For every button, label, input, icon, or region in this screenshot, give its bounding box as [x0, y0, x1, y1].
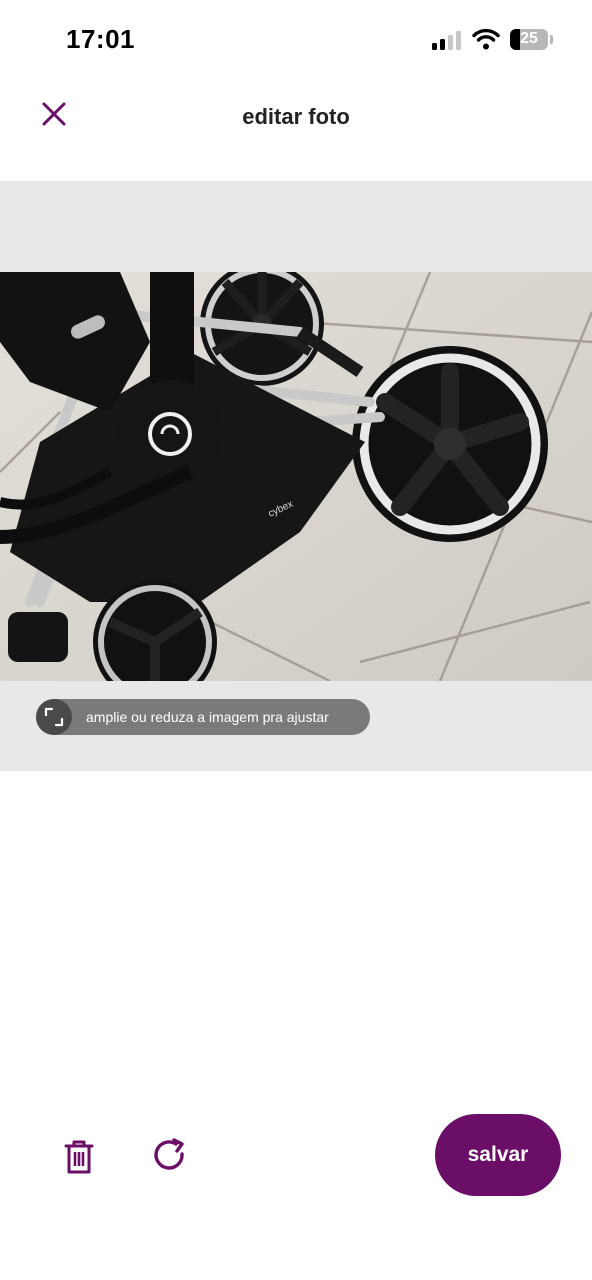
- photo-crop-area[interactable]: cybex: [0, 272, 592, 681]
- status-bar: 17:01 25: [0, 0, 592, 80]
- bottom-toolbar: salvar: [0, 1110, 592, 1210]
- stroller-photo: cybex: [0, 272, 592, 681]
- battery-level: 25: [520, 30, 538, 47]
- resize-hint-text: amplie ou reduza a imagem pra ajustar: [86, 709, 329, 725]
- battery-icon: 25: [510, 29, 548, 50]
- trash-icon: [64, 1140, 94, 1174]
- wifi-icon: [472, 28, 500, 50]
- save-button[interactable]: salvar: [435, 1114, 561, 1196]
- resize-hint: amplie ou reduza a imagem pra ajustar: [36, 699, 370, 735]
- header: editar foto: [0, 80, 592, 152]
- rotate-icon: [154, 1138, 184, 1170]
- page-title: editar foto: [242, 104, 350, 129]
- rotate-button[interactable]: [148, 1134, 192, 1178]
- cellular-signal-icon: [432, 30, 464, 50]
- delete-button[interactable]: [58, 1136, 100, 1178]
- resize-icon-wrap: [36, 699, 72, 735]
- battery-cap: [550, 35, 553, 44]
- resize-icon: [44, 707, 64, 727]
- photo-editor: cybex amplie ou reduza a imagem pra ajus…: [0, 181, 592, 771]
- status-time: 17:01: [66, 24, 135, 54]
